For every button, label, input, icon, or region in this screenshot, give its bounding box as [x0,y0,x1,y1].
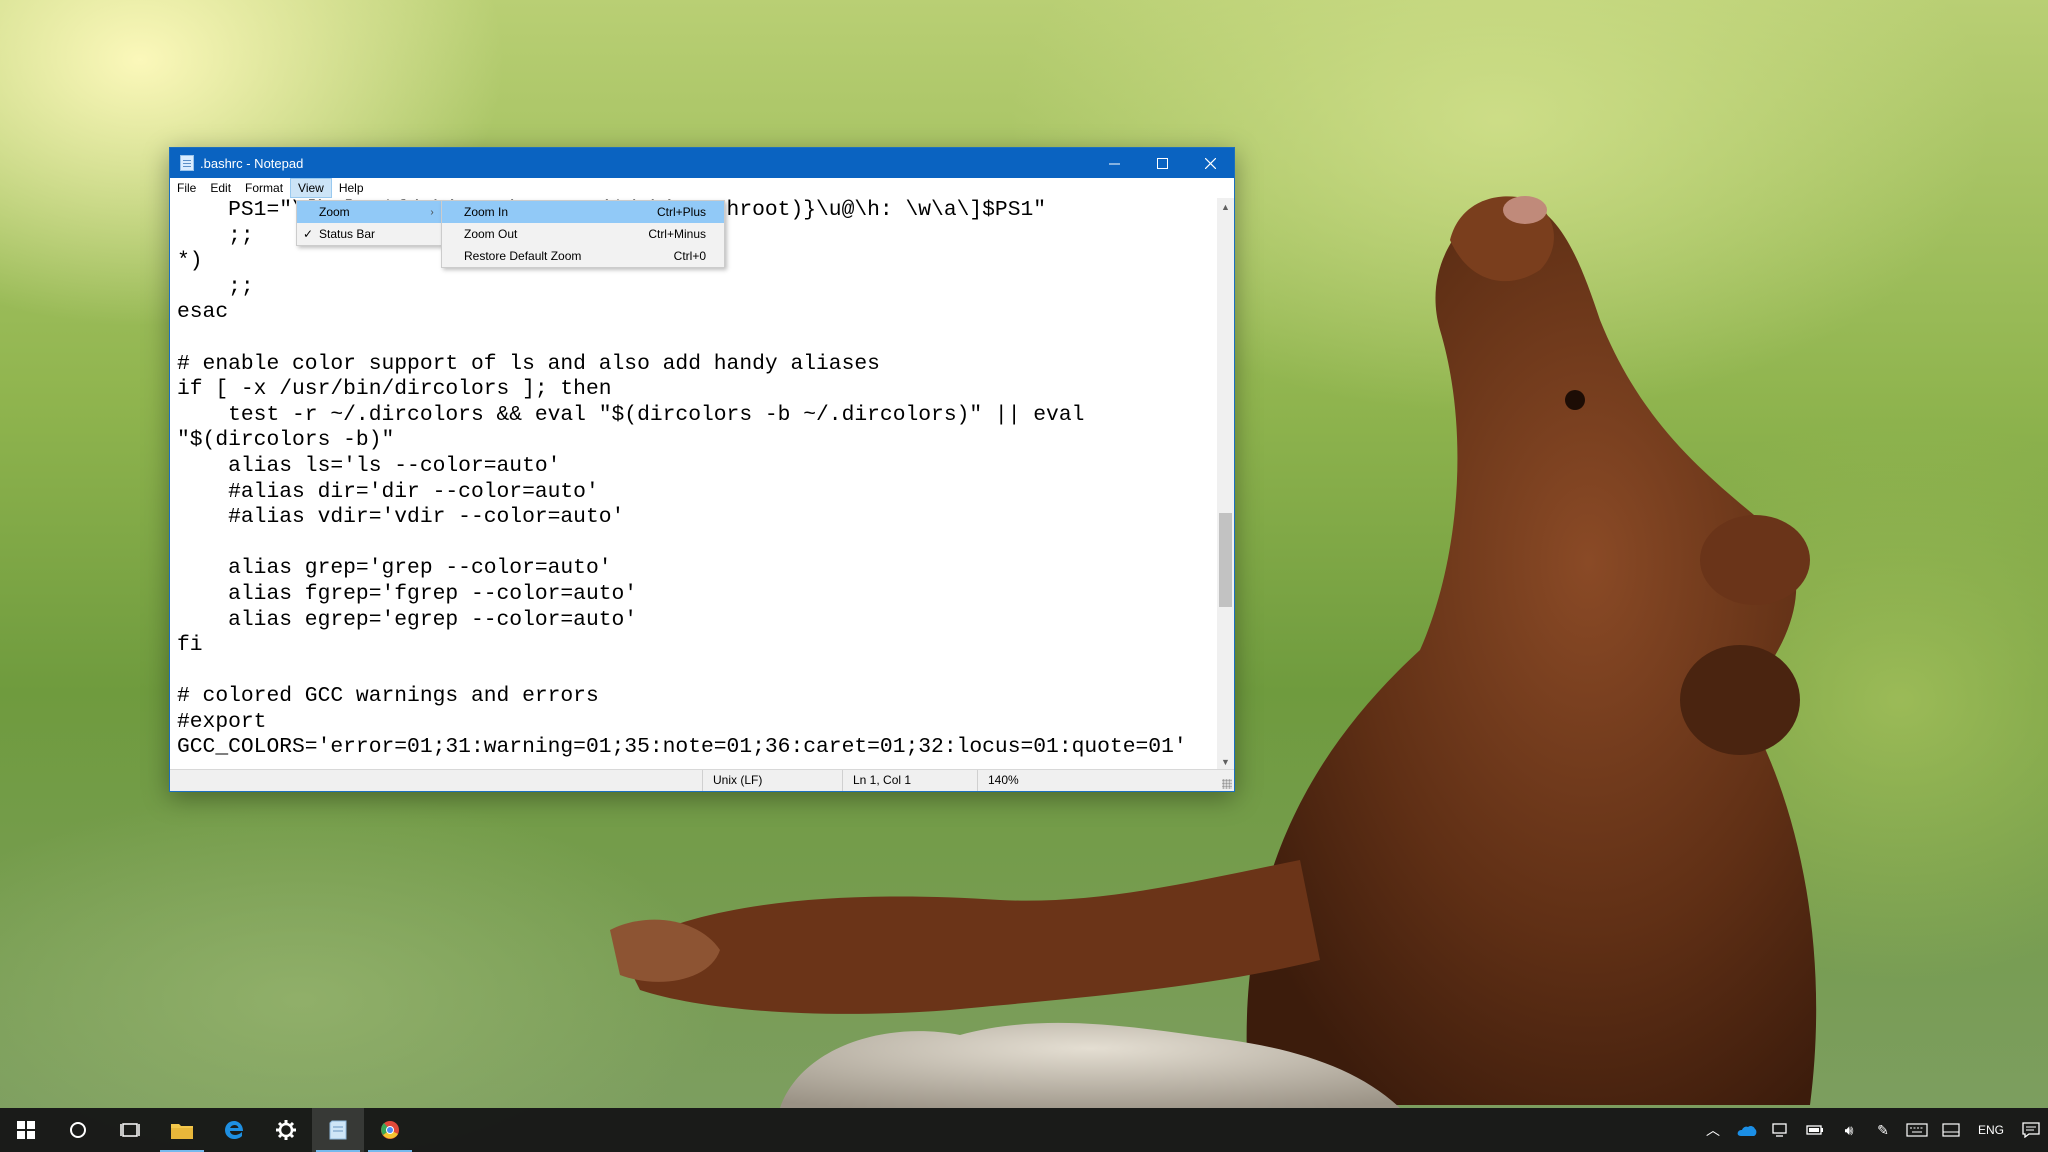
zoom-out-shortcut: Ctrl+Minus [648,227,706,241]
scroll-up-icon[interactable]: ▲ [1217,198,1234,215]
view-menu-status-bar-label: Status Bar [319,227,376,241]
edge-browser-button[interactable] [208,1108,260,1152]
folder-icon [171,1124,193,1139]
system-tray: ︿ 🔊︎ ✎ ENG [1696,1108,2048,1152]
restore-default-zoom-item[interactable]: Restore Default Zoom Ctrl+0 [442,245,724,267]
windows-ink-pen-icon[interactable]: ✎ [1866,1108,1900,1152]
editor-line: alias fgrep='fgrep --color=auto' [177,581,638,606]
editor-line: #alias dir='dir --color=auto' [177,479,599,504]
status-zoom-level: 140% [977,770,1217,791]
show-hidden-icons-chevron-up-icon[interactable]: ︿ [1696,1108,1730,1152]
minimize-icon [1108,163,1120,164]
zoom-out-label: Zoom Out [464,227,518,241]
gear-icon [276,1120,296,1140]
settings-button[interactable] [260,1108,312,1152]
zoom-in-shortcut: Ctrl+Plus [656,205,706,219]
edge-icon [225,1121,243,1139]
editor-line: test -r ~/.dircolors && eval "$(dircolor… [177,402,1085,427]
notepad-icon [329,1120,347,1140]
checkmark-icon: ✓ [302,227,314,241]
close-icon [1204,157,1216,169]
status-cursor-position: Ln 1, Col 1 [842,770,977,791]
maximize-icon [1156,157,1168,169]
editor-line [177,659,1217,685]
vertical-scrollbar[interactable]: ▲ ▼ [1217,198,1234,770]
notepad-taskbar-button[interactable] [312,1108,364,1152]
editor-line: GCC_COLORS='error=01;31:warning=01;35:no… [177,735,1187,760]
scroll-down-icon[interactable]: ▼ [1217,753,1234,770]
restore-default-zoom-label: Restore Default Zoom [464,249,582,263]
start-button[interactable] [0,1108,52,1152]
volume-speaker-icon[interactable]: 🔊︎ [1832,1108,1866,1152]
file-explorer-button[interactable] [156,1108,208,1152]
zoom-submenu: Zoom In Ctrl+Plus Zoom Out Ctrl+Minus Re… [441,200,725,268]
menu-view[interactable]: View [290,178,332,198]
cortana-search-button[interactable] [52,1108,104,1152]
view-menu-status-bar[interactable]: ✓ Status Bar [297,223,441,245]
touch-keyboard-icon[interactable] [1900,1108,1934,1152]
status-line-ending: Unix (LF) [702,770,842,791]
editor-line: alias ls='ls --color=auto' [177,453,561,478]
title-bar[interactable]: .bashrc - Notepad [170,148,1234,178]
submenu-arrow-icon: › [430,206,434,218]
view-menu-zoom[interactable]: Zoom › [297,201,441,223]
editor-line [177,326,1217,352]
network-icon[interactable] [1764,1108,1798,1152]
menu-format[interactable]: Format [238,178,290,198]
editor-line: alias grep='grep --color=auto' [177,556,612,581]
onedrive-cloud-icon[interactable] [1730,1108,1764,1152]
zoom-out-item[interactable]: Zoom Out Ctrl+Minus [442,223,724,245]
editor-line: # enable color support of ls and also ad… [177,351,880,376]
windows-logo-icon [17,1121,35,1139]
editor-line: if [ -x /usr/bin/dircolors ]; then [177,377,612,402]
zoom-in-item[interactable]: Zoom In Ctrl+Plus [442,201,724,223]
menu-file[interactable]: File [170,178,203,198]
editor-line: #alias vdir='vdir --color=auto' [177,505,625,530]
cortana-circle-icon [70,1122,86,1138]
task-view-icon [120,1123,140,1137]
battery-icon[interactable] [1798,1108,1832,1152]
editor-line: #export [177,709,267,734]
notepad-app-icon [180,155,194,171]
close-button[interactable] [1186,148,1234,178]
editor-line: "$(dircolors -b)" [177,428,395,453]
taskbar: ︿ 🔊︎ ✎ ENG [0,1108,2048,1152]
menu-help[interactable]: Help [332,178,371,198]
action-center-notification-icon[interactable] [2014,1108,2048,1152]
editor-line: # colored GCC warnings and errors [177,684,599,709]
window-title: .bashrc - Notepad [200,155,304,171]
minimize-button[interactable] [1090,148,1138,178]
tablet-mode-icon[interactable] [1934,1108,1968,1152]
editor-line: esac [177,300,229,325]
task-view-button[interactable] [104,1108,156,1152]
editor-line [177,531,1217,557]
view-menu-zoom-label: Zoom [319,205,350,219]
restore-default-zoom-shortcut: Ctrl+0 [673,249,706,263]
editor-line: ;; [177,274,254,299]
resize-grip-icon[interactable] [1222,779,1232,789]
chrome-browser-button[interactable] [364,1108,416,1152]
zoom-in-label: Zoom In [464,205,509,219]
editor-line: alias egrep='egrep --color=auto' [177,607,638,632]
input-language-indicator[interactable]: ENG [1968,1123,2014,1137]
editor-line: fi [177,633,203,658]
maximize-button[interactable] [1138,148,1186,178]
status-bar: Unix (LF) Ln 1, Col 1 140% [170,769,1234,791]
chrome-icon [381,1121,399,1139]
view-menu-dropdown: Zoom › ✓ Status Bar [296,200,442,246]
scroll-thumb[interactable] [1219,513,1232,607]
menu-edit[interactable]: Edit [203,178,238,198]
text-editor-area[interactable]: PS1="\[\e]0;${debian_chroot:+($debian_ch… [170,198,1217,770]
menu-bar: File Edit Format View Help [170,178,1234,198]
